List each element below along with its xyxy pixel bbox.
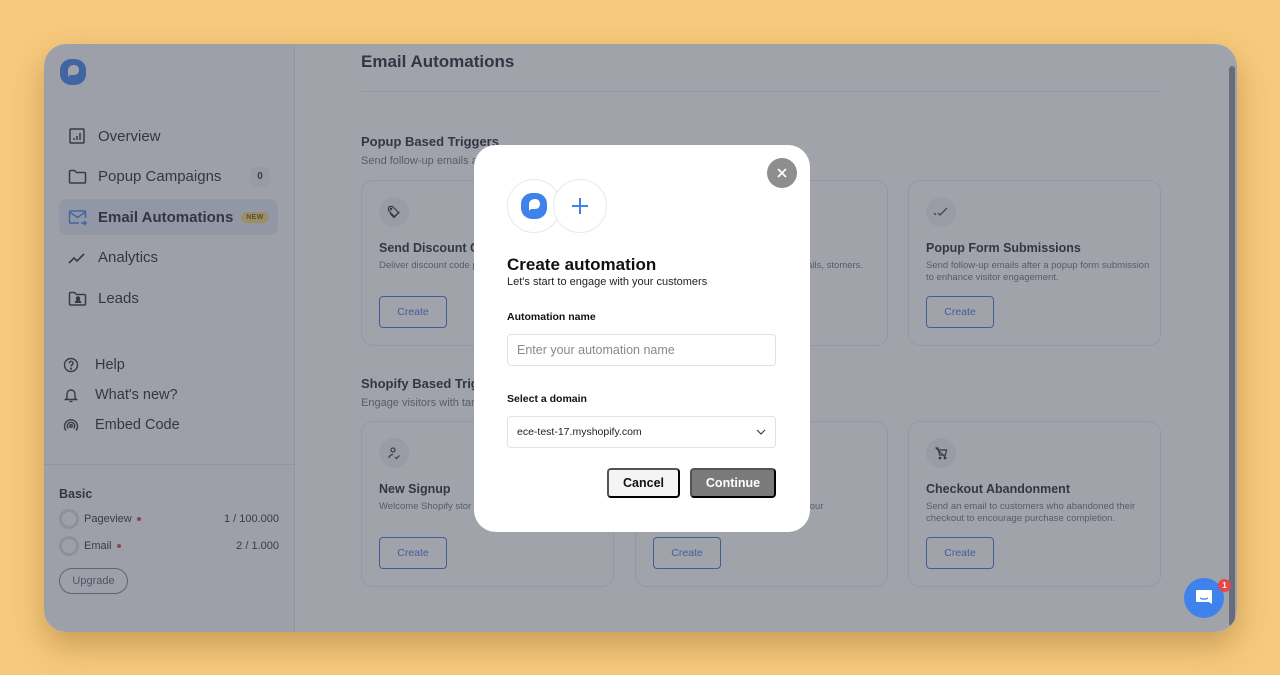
app-logo-icon	[521, 193, 547, 219]
create-automation-modal: Create automation Let's start to engage …	[474, 145, 810, 532]
continue-button[interactable]: Continue	[690, 468, 776, 498]
modal-subtitle: Let's start to engage with your customer…	[507, 276, 708, 288]
chat-icon	[1196, 590, 1212, 604]
chat-unread-badge: 1	[1218, 579, 1231, 592]
domain-select-value: ece-test-17.myshopify.com	[517, 426, 642, 438]
domain-select[interactable]: ece-test-17.myshopify.com	[507, 416, 776, 448]
cancel-button[interactable]: Cancel	[607, 468, 680, 498]
chevron-down-icon	[756, 429, 766, 435]
close-icon	[777, 168, 787, 178]
plus-icon	[572, 198, 588, 214]
domain-label: Select a domain	[507, 393, 587, 405]
modal-title: Create automation	[507, 255, 657, 274]
automation-name-input[interactable]	[507, 334, 776, 366]
plus-circle	[553, 179, 607, 233]
close-button[interactable]	[767, 158, 797, 188]
automation-name-label: Automation name	[507, 311, 596, 323]
